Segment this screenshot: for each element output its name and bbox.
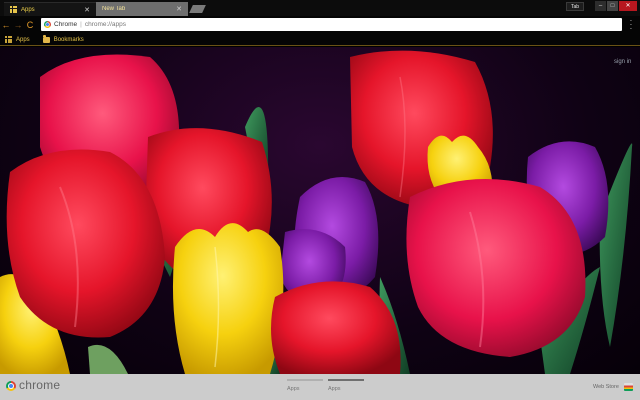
tab-apps[interactable]: Apps ✕ bbox=[4, 2, 96, 16]
tab-strip: Apps ✕ New Tab ✕ Tab – □ ✕ bbox=[0, 0, 640, 16]
omnibox-site: Chrome bbox=[54, 21, 78, 28]
page-tab-label: Apps bbox=[328, 386, 341, 392]
bookmarks-bar: Apps Bookmarks bbox=[0, 34, 640, 46]
bookmark-label: Bookmarks bbox=[53, 36, 84, 43]
page-indicator bbox=[328, 379, 364, 381]
new-tab-button[interactable] bbox=[189, 5, 206, 13]
bookmark-label: Apps bbox=[16, 36, 30, 43]
menu-icon[interactable]: · · · bbox=[628, 17, 634, 33]
web-store-icon[interactable] bbox=[624, 383, 633, 391]
chrome-wordmark: chrome bbox=[19, 378, 61, 392]
apps-bottom-bar: chrome Apps Apps Web Store bbox=[0, 374, 640, 400]
apps-grid-icon bbox=[5, 36, 12, 43]
chrome-icon bbox=[44, 21, 51, 28]
folder-icon bbox=[42, 35, 50, 43]
back-button[interactable]: ← bbox=[0, 20, 12, 30]
page-tab-label: Apps bbox=[287, 386, 300, 392]
address-bar[interactable]: Chrome | chrome://apps bbox=[41, 18, 622, 31]
bookmark-folder[interactable]: Bookmarks bbox=[42, 35, 84, 43]
sign-in-link[interactable]: sign in bbox=[614, 59, 631, 65]
page-indicator bbox=[287, 379, 323, 381]
omnibox-separator: | bbox=[80, 21, 82, 28]
profile-button[interactable]: Tab bbox=[566, 2, 585, 11]
maximize-button[interactable]: □ bbox=[607, 1, 618, 11]
toolbar: ← → C Chrome | chrome://apps · · · bbox=[0, 16, 640, 34]
bookmark-apps[interactable]: Apps bbox=[5, 36, 30, 43]
omnibox-url: chrome://apps bbox=[84, 21, 127, 28]
apps-page-tab[interactable]: Apps bbox=[287, 379, 323, 392]
close-tab-icon[interactable]: ✕ bbox=[176, 5, 182, 13]
web-store-link[interactable]: Web Store bbox=[593, 384, 619, 390]
tab-label: Apps bbox=[21, 6, 35, 13]
apps-page-tab[interactable]: Apps bbox=[328, 379, 364, 392]
apps-grid-icon bbox=[10, 6, 17, 13]
tulip-background-image bbox=[0, 50, 633, 374]
close-window-button[interactable]: ✕ bbox=[619, 1, 637, 11]
reload-button[interactable]: C bbox=[24, 20, 36, 30]
chrome-logo-icon bbox=[6, 381, 16, 391]
apps-page: sign in bbox=[0, 47, 640, 374]
close-tab-icon[interactable]: ✕ bbox=[84, 6, 90, 14]
tab-new-tab[interactable]: New Tab ✕ bbox=[96, 2, 188, 16]
forward-button[interactable]: → bbox=[12, 20, 24, 30]
minimize-button[interactable]: – bbox=[595, 1, 606, 11]
tab-label: New Tab bbox=[102, 6, 126, 12]
